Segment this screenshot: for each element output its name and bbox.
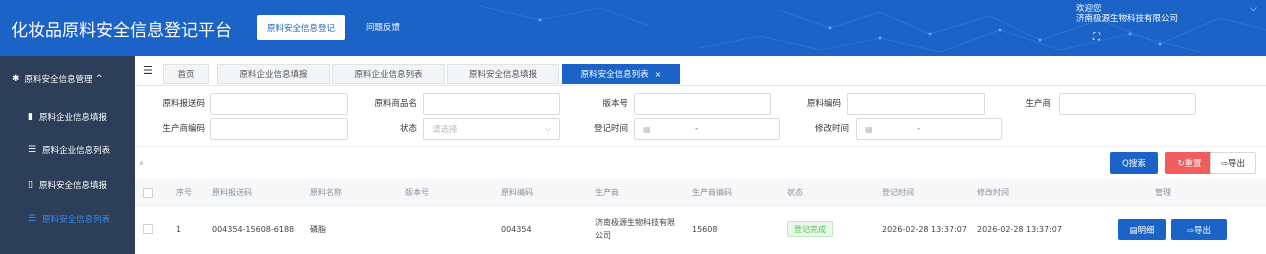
col-manufacturer: 生产商 [595,188,619,197]
tab-company-fill[interactable]: 原料企业信息填报 [217,64,330,84]
chevron-up-icon: ^ [95,74,103,84]
sidebar-item-safety-list[interactable]: ☰ 原料安全信息列表 [0,202,135,235]
sidebar-group-safety[interactable]: ✱ 原料安全信息管理 ^ [0,64,135,94]
raw-code-label: 原料编码 [806,99,841,109]
row-checkbox[interactable] [143,224,153,234]
sidebar-item-company-list[interactable]: ☰ 原料企业信息列表 [0,133,135,166]
row-export-button[interactable]: ⇨导出 [1171,219,1227,240]
tab-company-list[interactable]: 原料企业信息列表 [332,64,445,84]
col-register-time: 登记时间 [882,188,914,197]
manufacturer-code-input[interactable] [210,118,348,140]
sidebar-item-company-fill[interactable]: ▮ 原料企业信息填报 [0,100,135,133]
sidebar-item-label: 原料安全信息填报 [38,180,107,191]
search-button[interactable]: Q搜索 [1110,152,1158,174]
raw-code-input[interactable] [847,93,985,115]
range-separator: - [917,124,921,134]
calendar-icon: ▦ [865,124,873,134]
col-modify-time: 修改时间 [977,188,1009,197]
range-separator: - [695,124,699,134]
tab-home[interactable]: 首页 [163,64,209,84]
col-manufacturer-code: 生产商编码 [692,188,732,197]
calendar-icon: ▦ [643,124,651,134]
col-index: 序号 [176,188,192,197]
col-version: 版本号 [405,188,429,197]
action-toolbar: ▲ Q搜索 ↻重置 ⇨导出 [135,146,1266,179]
table-header: 序号 原料报送码 原料名称 版本号 原料编码 生产商 生产商编码 状态 登记时间… [135,179,1266,206]
filter-form: 原料报送码 原料商品名 版本号 原料编码 生产商 生产商编码 状态 请选择 ⌵ … [135,86,1266,146]
col-raw-code: 原料编码 [501,188,533,197]
table-row: 1 004354-15608-6188 磷脂 004354 济南极源生物科技有限… [135,207,1266,251]
version-label: 版本号 [602,99,628,109]
company-name: 济南极源生物科技有限公司 [1076,14,1179,24]
col-status: 状态 [787,188,803,197]
file-icon: ▮ [28,111,33,122]
app-title: 化妆品原料安全信息登记平台 [11,21,232,41]
expand-icon[interactable]: ⛶ [1093,32,1100,43]
user-menu[interactable]: 欢迎您 济南极源生物科技有限公司 [1076,4,1178,24]
status-placeholder: 请选择 [432,125,458,135]
raw-report-code-input[interactable] [210,93,348,115]
status-select[interactable]: 请选择 ⌵ [423,118,560,140]
export-button[interactable]: ⇨导出 [1210,152,1256,174]
cell-modify-time: 2026-02-28 13:37:07 [977,224,1062,234]
data-table: 序号 原料报送码 原料名称 版本号 原料编码 生产商 生产商编码 状态 登记时间… [135,179,1266,254]
sidebar-item-safety-fill[interactable]: ▯ 原料安全信息填报 [0,168,135,201]
raw-product-name-input[interactable] [423,93,560,115]
sidebar-group-label: 原料安全信息管理 [24,75,93,85]
close-icon[interactable]: × [655,70,662,79]
cell-index: 1 [176,224,182,234]
detail-button[interactable]: ▤明细 [1118,219,1166,240]
top-header: 化妆品原料安全信息登记平台 原料安全信息登记 问题反馈 欢迎您 济南极源生物科技… [0,0,1266,56]
tab-safety-fill[interactable]: 原料安全信息填报 [447,64,559,84]
reset-button[interactable]: ↻重置 [1165,152,1214,174]
list-icon: ☰ [28,213,37,224]
file-icon: ▯ [28,179,33,190]
chevron-down-icon[interactable]: ⌵ [1250,4,1257,14]
modify-time-label: 修改时间 [814,124,849,134]
menu-icon[interactable]: ☰ [143,64,153,77]
register-time-range[interactable]: ▦ - [634,118,780,140]
welcome-text: 欢迎您 [1076,4,1102,14]
cell-manufacturer-code: 15608 [692,224,718,234]
status-label: 状态 [399,124,417,134]
nav-feedback[interactable]: 问题反馈 [366,21,400,33]
sidebar-item-label: 原料企业信息列表 [42,145,111,156]
status-badge: 登记完成 [787,221,833,237]
tab-bar: ☰ 首页 原料企业信息填报 原料企业信息列表 原料安全信息填报 原料安全信息列表… [135,56,1266,86]
nav-safety-register[interactable]: 原料安全信息登记 [257,15,345,40]
tab-label: 原料安全信息列表 [580,70,649,80]
col-name: 原料名称 [310,188,342,197]
version-input[interactable] [634,93,771,115]
manufacturer-input[interactable] [1059,93,1196,115]
raw-product-name-label: 原料商品名 [374,99,417,109]
cell-report-code: 004354-15608-6188 [212,224,295,234]
register-time-label: 登记时间 [593,124,628,134]
col-actions: 管理 [1155,188,1171,197]
col-report-code: 原料报送码 [212,188,252,197]
select-all-checkbox[interactable] [143,188,153,198]
chevron-down-icon: ⌵ [544,124,551,133]
modify-time-range[interactable]: ▦ - [856,118,1002,140]
caret-up-icon: ▲ [139,159,144,166]
cell-manufacturer: 济南极源生物科技有限公司 [595,218,675,240]
tab-safety-list[interactable]: 原料安全信息列表 × [562,64,680,84]
raw-report-code-label: 原料报送码 [162,99,205,109]
cell-register-time: 2026-02-28 13:37:07 [882,224,967,234]
sidebar: ✱ 原料安全信息管理 ^ ▮ 原料企业信息填报 ☰ 原料企业信息列表 ▯ 原料安… [0,56,135,254]
list-icon: ☰ [28,144,37,155]
manufacturer-code-label: 生产商编码 [162,124,205,134]
cell-name: 磷脂 [310,224,326,234]
gear-icon: ✱ [12,74,20,84]
manufacturer-label: 生产商 [1025,99,1051,109]
sidebar-item-label: 原料企业信息填报 [38,112,107,123]
sidebar-item-label: 原料安全信息列表 [42,214,111,225]
cell-raw-code: 004354 [501,224,532,234]
